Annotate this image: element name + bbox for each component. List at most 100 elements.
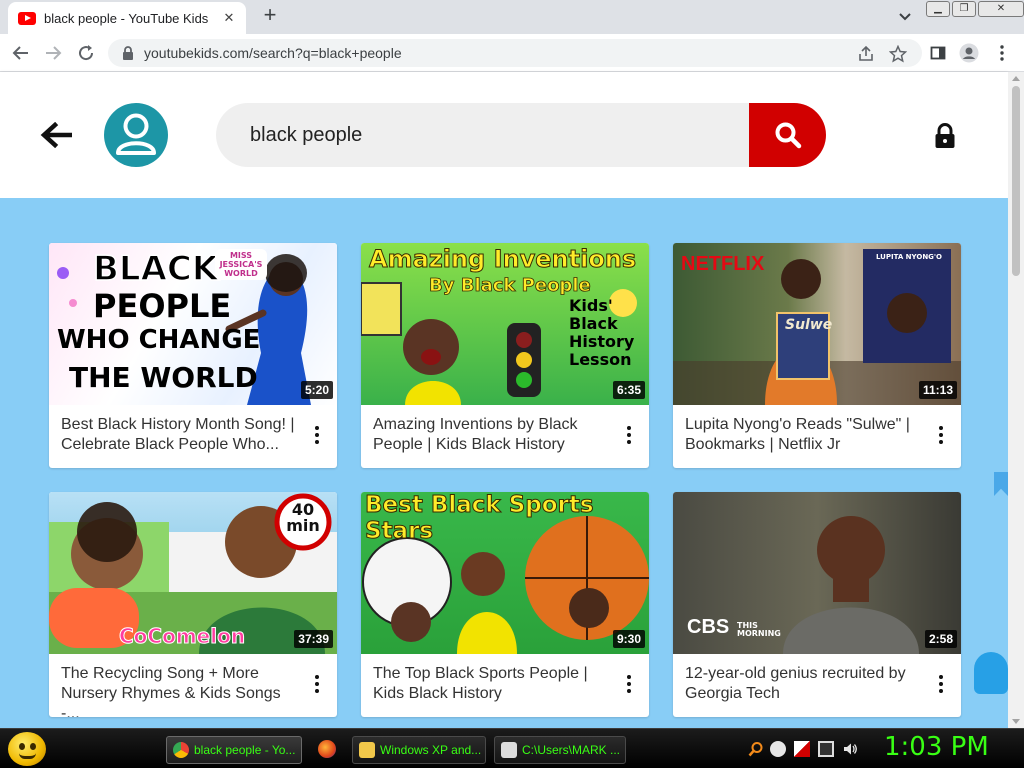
browser-tab-active[interactable]: black people - YouTube Kids ✕ [8,2,246,34]
video-duration: 11:13 [918,381,957,399]
tab-close-icon[interactable]: ✕ [220,10,238,26]
start-button[interactable] [8,732,46,766]
video-thumbnail[interactable]: NETFLIX Sulwe LUPITA NYONG'O 11:13 [673,243,961,405]
new-tab-button[interactable]: + [258,4,282,28]
thumb-text-line: By Black People [429,275,592,297]
window-controls: ▁ ❐ ✕ [926,1,1024,17]
video-title[interactable]: 12-year-old genius recruited by Georgia … [685,664,925,704]
results-area: BLACK PEOPLE WHO CHANGE THE WORLD MISS J… [0,198,1008,728]
profile-icon[interactable] [958,42,980,64]
mascot-icon [974,652,1008,694]
taskbar-task-chrome[interactable]: black people - Yo... [166,736,302,764]
ytk-header [0,72,1008,198]
restore-button[interactable]: ❐ [952,1,976,17]
video-thumbnail[interactable]: 40 min CoComelon 37:39 [49,492,337,654]
firefox-icon[interactable] [318,740,336,758]
scroll-down-icon[interactable] [1012,719,1020,724]
thumb-text-line: Amazing Inventions [368,245,637,274]
browser-toolbar: youtubekids.com/search?q=black+people [0,34,1024,72]
thumb-text-line: CoComelon [118,624,246,649]
more-options-icon[interactable] [617,672,641,696]
search-icon [775,122,801,149]
network-icon[interactable] [818,741,834,757]
minimize-button[interactable]: ▁ [926,1,950,17]
thumb-text-line: CBS [687,616,730,638]
scrollbar-thumb[interactable] [1012,86,1020,276]
bookmark-star-icon[interactable] [889,45,907,63]
taskbar-task-7zip[interactable]: C:\Users\MARK ... [494,736,626,764]
scroll-up-icon[interactable] [1012,76,1020,81]
address-bar[interactable]: youtubekids.com/search?q=black+people [108,39,922,67]
volume-icon[interactable] [842,741,858,757]
thumb-text-line: WHO CHANGE [57,325,261,355]
browser-menu-icon[interactable] [991,42,1013,64]
more-options-icon[interactable] [929,423,953,447]
video-duration: 6:35 [612,381,645,399]
video-card[interactable]: Best Black Sports Stars 9:30 The Top Bla… [361,492,649,717]
parental-lock-icon[interactable] [934,123,956,149]
taskbar-task-document[interactable]: Windows XP and... [352,736,486,764]
search-bar [216,103,750,167]
reload-icon[interactable] [75,42,97,64]
video-card[interactable]: NETFLIX Sulwe LUPITA NYONG'O 11:13 Lupit… [673,243,961,468]
video-card[interactable]: 40 min CoComelon 37:39 The Recycling Son… [49,492,337,717]
task-label: black people - Yo... [194,743,296,757]
video-card[interactable]: BLACK PEOPLE WHO CHANGE THE WORLD MISS J… [49,243,337,468]
video-duration: 9:30 [612,630,645,648]
video-title[interactable]: Lupita Nyong'o Reads "Sulwe" | Bookmarks… [685,415,925,455]
url-text: youtubekids.com/search?q=black+people [144,45,402,61]
share-icon[interactable] [857,45,875,63]
chrome-icon [173,742,189,758]
more-options-icon[interactable] [617,423,641,447]
video-title[interactable]: The Top Black Sports People | Kids Black… [373,664,613,704]
more-options-icon[interactable] [929,672,953,696]
thumb-text-line: THE WORLD [69,361,258,394]
browser-tab-strip: black people - YouTube Kids ✕ + ▁ ❐ ✕ [0,0,1024,34]
forward-nav-icon[interactable] [42,42,64,64]
back-nav-icon[interactable] [10,42,32,64]
video-duration: 37:39 [294,630,333,648]
side-panel-icon[interactable] [927,42,949,64]
thumb-text-line: PEOPLE [93,287,232,325]
video-thumbnail[interactable]: CBS THIS MORNING 2:58 [673,492,961,654]
channel-badge: MISS JESSICA'S WORLD [215,249,267,280]
task-label: C:\Users\MARK ... [522,743,621,757]
page-scrollbar[interactable] [1008,72,1024,728]
profile-avatar[interactable] [104,103,168,167]
windows-taskbar: black people - Yo... Windows XP and... C… [0,728,1024,768]
user-icon [116,113,156,155]
search-button[interactable] [749,103,826,167]
video-duration: 2:58 [924,630,957,648]
thumb-text-line: Sulwe [785,317,833,333]
tab-title: black people - YouTube Kids [44,10,209,26]
back-arrow-icon[interactable] [40,122,72,148]
thumb-text-line: NETFLIX [681,253,765,275]
task-label: Windows XP and... [380,743,482,757]
thumb-text-line: BLACK [92,248,219,290]
taskbar-clock[interactable]: 1:03 PM [884,732,989,762]
video-thumbnail[interactable]: BLACK PEOPLE WHO CHANGE THE WORLD MISS J… [49,243,337,405]
video-card[interactable]: CBS THIS MORNING 2:58 12-year-old genius… [673,492,961,717]
action-center-flag-icon[interactable] [794,741,810,757]
tab-search-chevron-icon[interactable] [897,8,913,24]
more-options-icon[interactable] [305,423,329,447]
video-title[interactable]: Amazing Inventions by Black People | Kid… [373,415,613,455]
video-thumbnail[interactable]: Best Black Sports Stars 9:30 [361,492,649,654]
thumb-text-line: Best Black Sports Stars [365,492,595,545]
video-thumbnail[interactable]: Amazing Inventions By Black People Kids'… [361,243,649,405]
video-title[interactable]: Best Black History Month Song! | Celebra… [61,415,301,455]
video-card[interactable]: Amazing Inventions By Black People Kids'… [361,243,649,468]
thumb-badge: 40 min [286,500,320,535]
search-input[interactable] [250,123,710,147]
search-tray-icon[interactable] [748,741,764,757]
document-icon [359,742,375,758]
site-lock-icon[interactable] [120,45,136,61]
youtube-favicon-icon [18,11,36,25]
status-tray-icon[interactable] [770,741,786,757]
more-options-icon[interactable] [305,672,329,696]
thumb-badge: LUPITA NYONG'O [875,253,943,261]
video-duration: 5:20 [300,381,333,399]
thumb-text-line: THIS MORNING [737,621,781,638]
video-title[interactable]: The Recycling Song + More Nursery Rhymes… [61,664,301,717]
close-window-button[interactable]: ✕ [978,1,1024,17]
